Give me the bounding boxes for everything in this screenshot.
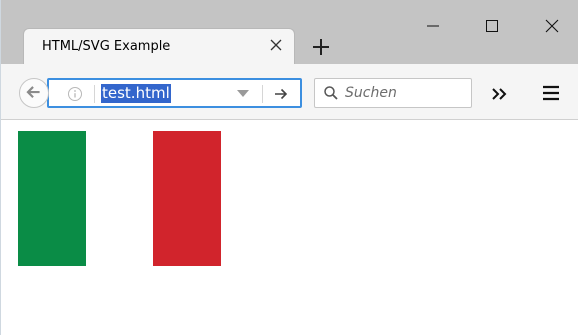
chevron-down-icon[interactable] bbox=[237, 90, 249, 98]
back-arrow-icon bbox=[26, 86, 40, 98]
minimize-icon[interactable] bbox=[425, 18, 441, 34]
search-input[interactable]: Suchen bbox=[314, 78, 472, 108]
search-icon bbox=[324, 86, 338, 100]
hamburger-menu-icon[interactable] bbox=[541, 84, 561, 102]
close-icon[interactable] bbox=[268, 37, 284, 53]
double-chevron-icon[interactable] bbox=[489, 85, 511, 103]
page-content bbox=[1, 120, 578, 335]
navigation-bar: test.html Suchen bbox=[1, 64, 578, 120]
arrow-right-icon[interactable] bbox=[273, 86, 289, 102]
browser-window: HTML/SVG Example test.html Suchen bbox=[0, 0, 578, 335]
tab-title: HTML/SVG Example bbox=[42, 39, 171, 54]
plus-icon[interactable] bbox=[310, 36, 332, 58]
close-icon[interactable] bbox=[544, 18, 560, 34]
info-icon[interactable] bbox=[67, 86, 83, 102]
title-bar: HTML/SVG Example bbox=[1, 0, 578, 64]
address-bar[interactable]: test.html bbox=[47, 78, 302, 108]
maximize-icon[interactable] bbox=[484, 18, 500, 34]
url-divider bbox=[94, 85, 95, 103]
url-text[interactable]: test.html bbox=[101, 84, 171, 103]
back-button[interactable] bbox=[19, 78, 49, 108]
flag-stripe-red bbox=[153, 131, 221, 266]
search-placeholder: Suchen bbox=[345, 85, 397, 101]
flag-stripe-green bbox=[18, 131, 86, 266]
tab-html-svg-example[interactable]: HTML/SVG Example bbox=[23, 28, 295, 64]
flag-stripe-white bbox=[86, 131, 154, 266]
url-divider bbox=[262, 85, 263, 103]
